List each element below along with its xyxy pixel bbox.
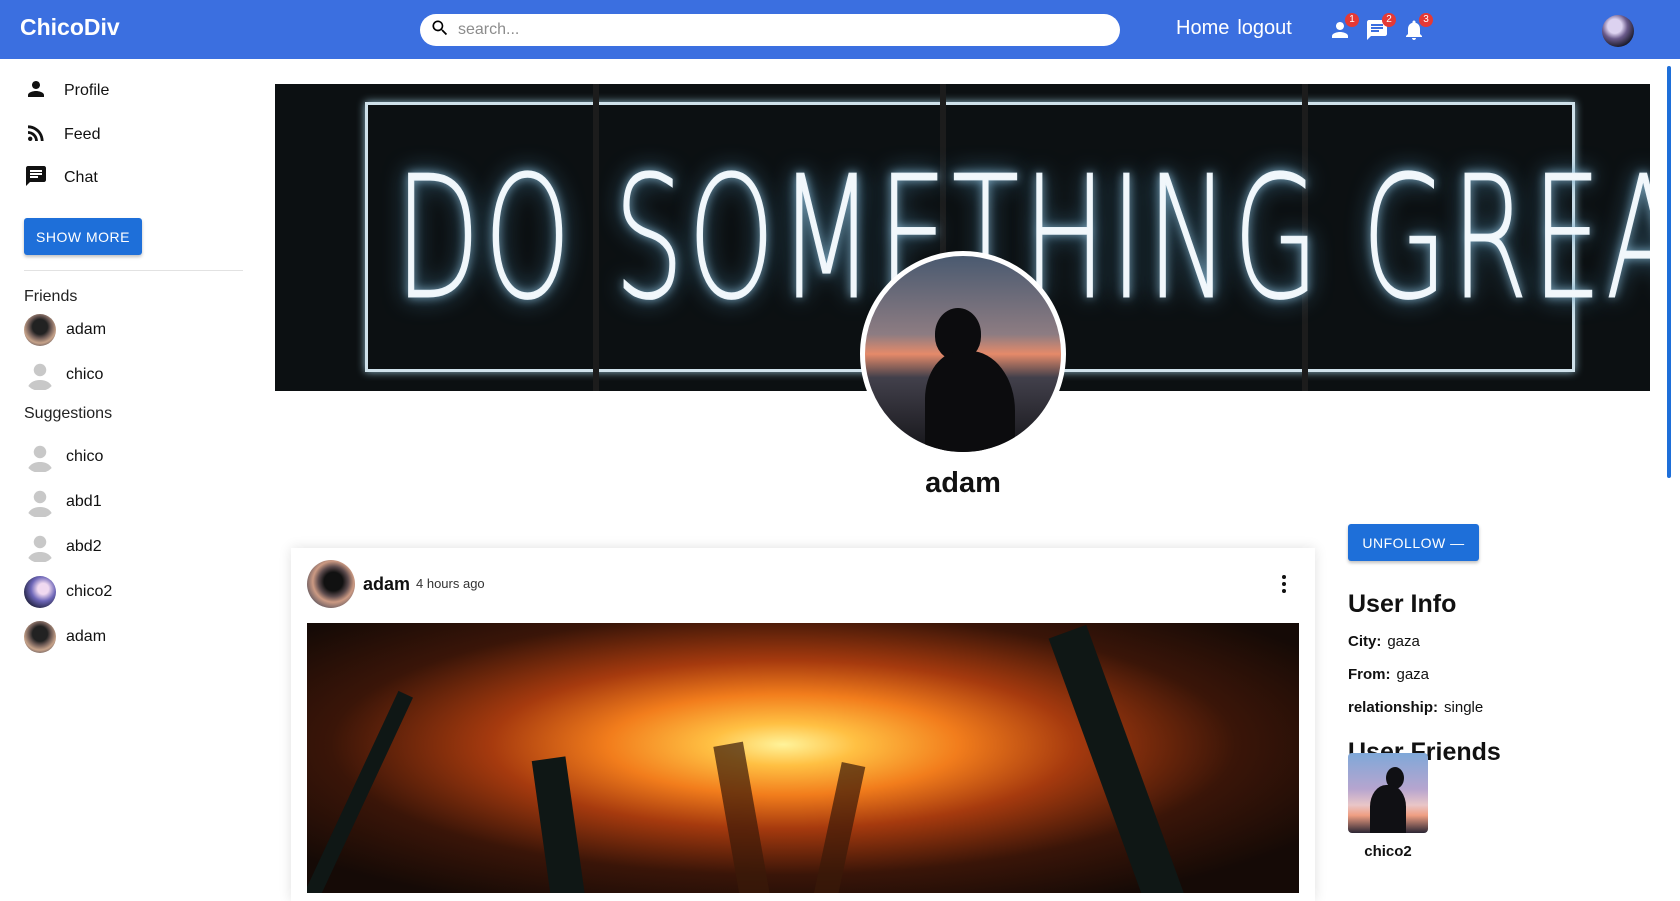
search-input[interactable] <box>458 21 1098 39</box>
info-row-city: City: gaza <box>1348 633 1420 650</box>
messages-button[interactable]: 2 <box>1365 13 1396 42</box>
info-value: gaza <box>1387 633 1420 650</box>
user-friend-thumbnail[interactable] <box>1348 753 1428 833</box>
sidebar-item-chat[interactable]: Chat <box>24 163 98 193</box>
suggestion-name: abd2 <box>66 538 102 555</box>
friends-heading: Friends <box>24 288 78 305</box>
top-bar: ChicoDiv Home logout 1 2 3 <box>0 0 1680 59</box>
friend-name: chico <box>66 366 104 383</box>
search-icon <box>430 18 450 43</box>
chat-icon <box>24 164 64 193</box>
sword-silhouette <box>307 690 413 893</box>
user-friend-name[interactable]: chico2 <box>1348 843 1428 860</box>
suggestion-name: abd1 <box>66 493 102 510</box>
suggestion-item[interactable]: chico <box>24 440 103 474</box>
post-image[interactable] <box>307 623 1299 893</box>
more-vert-icon <box>1272 575 1296 600</box>
suggestion-item[interactable]: adam <box>24 620 106 654</box>
post-timestamp: 4 hours ago <box>416 576 485 591</box>
profile-name: adam <box>925 467 1001 499</box>
rss-icon <box>24 121 64 150</box>
notifications-button[interactable]: 3 <box>1402 13 1433 42</box>
nav-home-link[interactable]: Home <box>1176 17 1229 40</box>
person-icon <box>24 77 64 106</box>
post-card: adam 4 hours ago <box>291 548 1315 901</box>
suggestion-item[interactable]: abd2 <box>24 530 102 564</box>
info-row-relationship: relationship: single <box>1348 699 1483 716</box>
friend-item[interactable]: adam <box>24 313 106 347</box>
info-row-from: From: gaza <box>1348 666 1429 683</box>
app-logo[interactable]: ChicoDiv <box>20 14 120 41</box>
person-icon <box>1328 22 1352 46</box>
tree-trunk <box>812 762 866 893</box>
friend-name: adam <box>66 321 107 338</box>
suggestion-name: chico2 <box>66 583 113 600</box>
avatar <box>24 314 56 346</box>
info-label: relationship: <box>1348 699 1439 716</box>
post-author-name[interactable]: adam <box>363 574 410 595</box>
sword-silhouette <box>1048 624 1186 893</box>
search-bar[interactable] <box>420 14 1120 46</box>
default-avatar-icon <box>24 441 56 473</box>
info-value: single <box>1444 699 1484 716</box>
suggestion-item[interactable]: abd1 <box>24 485 102 519</box>
profile-picture[interactable] <box>860 251 1066 457</box>
suggestion-item[interactable]: chico2 <box>24 575 112 609</box>
default-avatar-icon <box>24 531 56 563</box>
sidebar-item-label: Chat <box>64 169 98 186</box>
suggestions-heading: Suggestions <box>24 405 113 422</box>
sidebar-item-feed[interactable]: Feed <box>24 120 100 150</box>
show-more-button[interactable]: SHOW MORE <box>24 218 142 255</box>
friend-requests-button[interactable]: 1 <box>1328 13 1359 42</box>
post-menu-button[interactable] <box>1272 572 1296 596</box>
left-sidebar: Profile Feed Chat SHOW MORE Friends adam… <box>0 59 270 901</box>
tree-trunk <box>713 741 771 893</box>
friend-item[interactable]: chico <box>24 358 103 392</box>
sidebar-divider <box>24 270 243 271</box>
friend-requests-badge: 1 <box>1345 13 1359 27</box>
info-value: gaza <box>1396 666 1430 683</box>
notifications-badge: 3 <box>1419 13 1433 27</box>
info-label: City: <box>1348 633 1382 650</box>
sidebar-item-profile[interactable]: Profile <box>24 76 109 106</box>
chat-icon <box>1365 20 1389 46</box>
sidebar-item-label: Profile <box>64 82 110 99</box>
bell-icon <box>1402 20 1426 46</box>
suggestion-name: chico <box>66 448 104 465</box>
sidebar-item-label: Feed <box>64 126 101 143</box>
silhouette-body <box>1370 785 1406 833</box>
post-author-avatar[interactable] <box>307 560 355 608</box>
silhouette-body <box>925 351 1015 452</box>
top-nav: Home logout <box>1176 17 1292 40</box>
user-info-heading: User Info <box>1348 590 1457 618</box>
avatar <box>24 621 56 653</box>
page-scrollbar[interactable] <box>1667 66 1671 478</box>
info-label: From: <box>1348 666 1391 683</box>
user-avatar[interactable] <box>1602 15 1634 47</box>
sword-silhouette <box>531 756 587 893</box>
default-avatar-icon <box>24 359 56 391</box>
messages-badge: 2 <box>1382 13 1396 27</box>
unfollow-button[interactable]: UNFOLLOW — <box>1348 524 1479 561</box>
avatar <box>24 576 56 608</box>
suggestion-name: adam <box>66 628 107 645</box>
default-avatar-icon <box>24 486 56 518</box>
nav-logout-link[interactable]: logout <box>1237 17 1292 40</box>
